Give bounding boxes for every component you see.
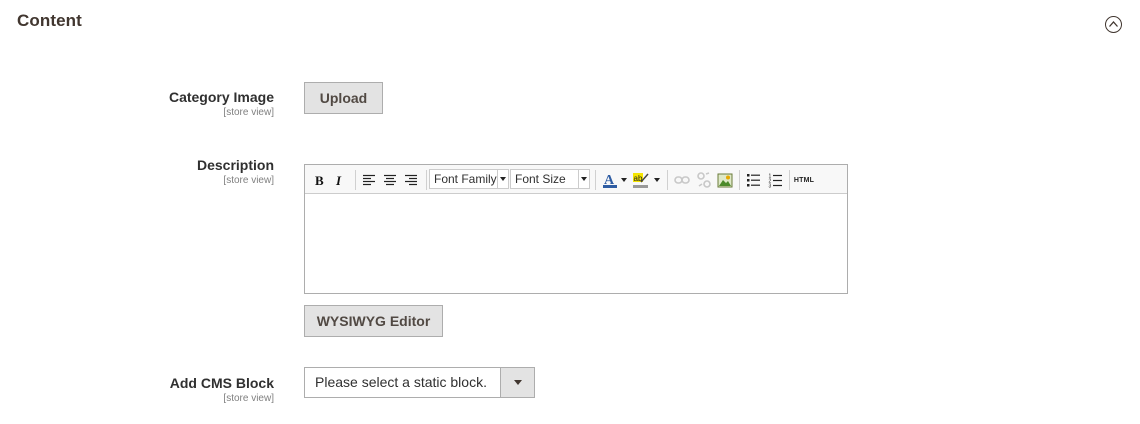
editor-toolbar: B I Font Family Font Size A ab 1 2 3 HTM… [305, 165, 847, 194]
cms-block-selected-value: Please select a static block. [315, 374, 487, 390]
svg-text:B: B [315, 174, 324, 186]
text-color-icon[interactable]: A [601, 171, 619, 189]
caret-down-icon [497, 170, 508, 188]
toolbar-separator [595, 170, 596, 190]
svg-text:3: 3 [768, 183, 771, 188]
image-icon[interactable] [716, 171, 734, 189]
description-scope: [store view] [223, 175, 274, 186]
font-size-label: Font Size [515, 172, 566, 186]
numbered-list-icon[interactable]: 123 [766, 171, 784, 189]
cms-block-label: Add CMS Block [169, 375, 274, 391]
toolbar-separator [789, 170, 790, 190]
chevron-down-icon[interactable] [500, 368, 534, 397]
svg-text:I: I [335, 174, 342, 186]
font-size-select[interactable]: Font Size [510, 169, 590, 189]
align-center-icon[interactable] [381, 171, 399, 189]
category-image-scope: [store view] [223, 107, 274, 118]
bold-icon[interactable]: B [310, 171, 328, 189]
highlight-color-dropdown-icon[interactable] [653, 171, 661, 189]
toolbar-separator [355, 170, 356, 190]
toolbar-separator [739, 170, 740, 190]
link-icon[interactable] [673, 171, 691, 189]
html-source-label: HTML [793, 176, 815, 184]
upload-button[interactable]: Upload [304, 82, 383, 114]
text-color-dropdown-icon[interactable] [620, 171, 628, 189]
collapse-section-button[interactable] [1105, 16, 1122, 33]
align-left-icon[interactable] [360, 171, 378, 189]
caret-down-icon [578, 170, 589, 188]
description-label: Description [196, 157, 274, 173]
category-image-label: Category Image [168, 89, 274, 105]
highlight-color-icon[interactable]: ab [632, 171, 650, 189]
font-family-select[interactable]: Font Family [429, 169, 509, 189]
html-source-icon[interactable]: HTML [792, 171, 816, 189]
font-family-label: Font Family [434, 172, 497, 186]
align-right-icon[interactable] [402, 171, 420, 189]
description-textarea[interactable] [305, 194, 847, 293]
unlink-icon[interactable] [695, 171, 713, 189]
cms-block-select[interactable]: Please select a static block. [304, 367, 535, 398]
chevron-up-icon [1109, 21, 1118, 27]
cms-block-scope: [store view] [223, 393, 274, 404]
wysiwyg-editor-button[interactable]: WYSIWYG Editor [304, 305, 443, 337]
bullet-list-icon[interactable] [744, 171, 762, 189]
description-editor: B I Font Family Font Size A ab 1 2 3 HTM… [304, 164, 848, 294]
toolbar-separator [426, 170, 427, 190]
toolbar-separator [667, 170, 668, 190]
italic-icon[interactable]: I [331, 171, 349, 189]
section-title[interactable]: Content [17, 11, 82, 31]
